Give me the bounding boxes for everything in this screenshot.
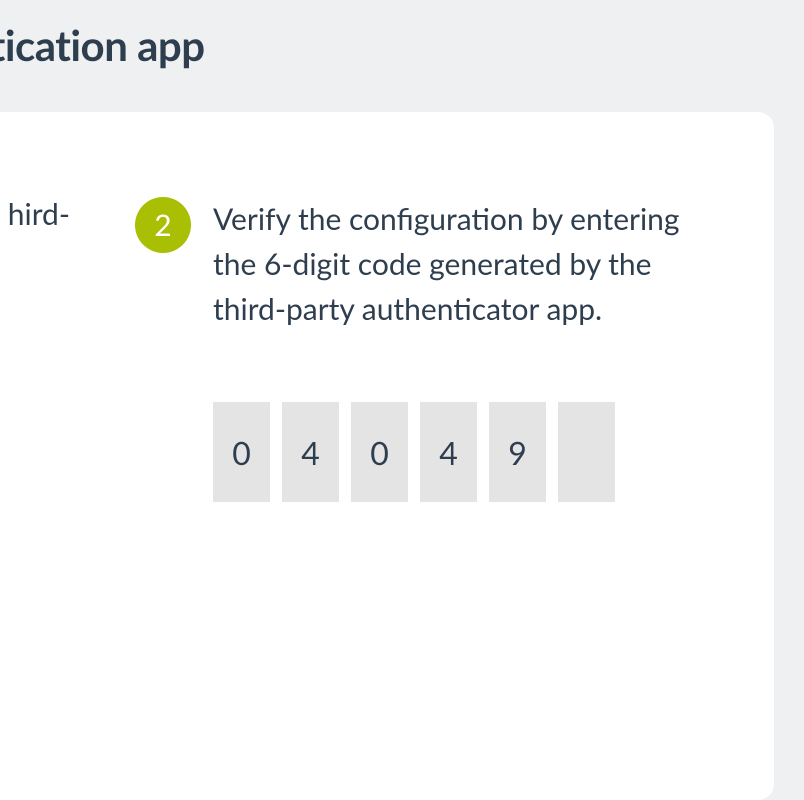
code-digit-1[interactable] bbox=[213, 402, 270, 502]
page-title: tor authentication app bbox=[0, 20, 804, 70]
code-digit-3[interactable] bbox=[351, 402, 408, 502]
step-2-column: 2 Verify the configuration by entering t… bbox=[135, 197, 755, 502]
code-input-group bbox=[213, 402, 755, 502]
code-digit-6[interactable] bbox=[558, 402, 615, 502]
step-2-badge: 2 bbox=[135, 197, 191, 253]
step-2-instruction: Verify the configuration by entering the… bbox=[213, 197, 723, 332]
code-digit-2[interactable] bbox=[282, 402, 339, 502]
setup-card: hird- 2 Verify the configuration by ente… bbox=[0, 112, 774, 800]
step-1-text-fragment: hird- bbox=[0, 192, 70, 237]
step-1-column: hird- bbox=[0, 192, 90, 237]
page-header: tor authentication app bbox=[0, 0, 804, 90]
code-digit-4[interactable] bbox=[420, 402, 477, 502]
step-2-header: 2 Verify the configuration by entering t… bbox=[135, 197, 755, 332]
code-digit-5[interactable] bbox=[489, 402, 546, 502]
